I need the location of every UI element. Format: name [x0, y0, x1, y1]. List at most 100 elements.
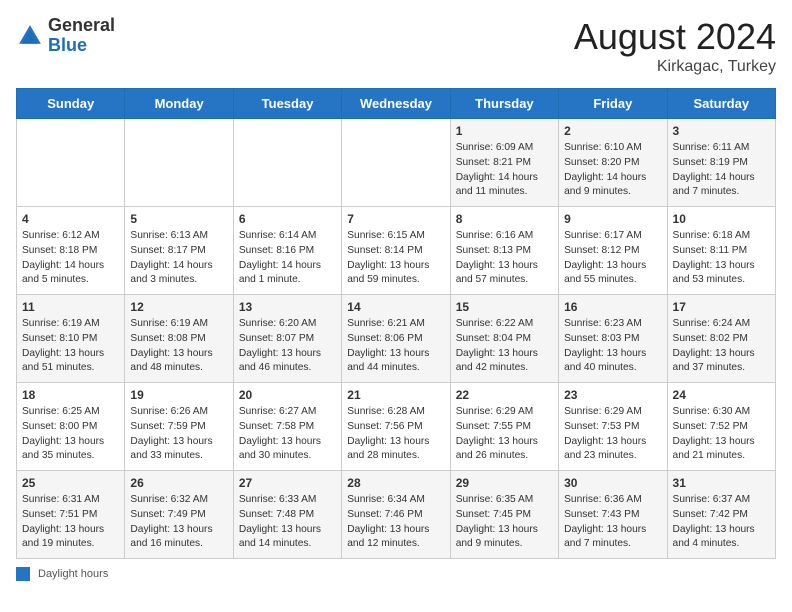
calendar-week-row: 18 Sunrise: 6:25 AM Sunset: 8:00 PM Dayli…	[17, 383, 776, 471]
page-header: General Blue August 2024 Kirkagac, Turke…	[16, 16, 776, 76]
calendar-cell: 6 Sunrise: 6:14 AM Sunset: 8:16 PM Daylig…	[233, 207, 341, 295]
calendar-cell: 9 Sunrise: 6:17 AM Sunset: 8:12 PM Daylig…	[559, 207, 667, 295]
calendar-cell: 8 Sunrise: 6:16 AM Sunset: 8:13 PM Daylig…	[450, 207, 558, 295]
cell-content: Sunrise: 6:37 AM Sunset: 7:42 PM Dayligh…	[673, 493, 770, 552]
day-number: 30	[564, 476, 661, 490]
month-year: August 2024	[574, 16, 776, 58]
cell-content: Sunrise: 6:13 AM Sunset: 8:17 PM Dayligh…	[130, 229, 227, 288]
cell-content: Sunrise: 6:23 AM Sunset: 8:03 PM Dayligh…	[564, 317, 661, 376]
day-header-thursday: Thursday	[450, 89, 558, 119]
day-number: 28	[347, 476, 444, 490]
calendar-cell: 21Sunrise: 6:28 AM Sunset: 7:56 PM Dayli…	[342, 383, 450, 471]
cell-content: Sunrise: 6:11 AM Sunset: 8:19 PM Dayligh…	[673, 141, 770, 200]
day-number: 25	[22, 476, 119, 490]
cell-content: Sunrise: 6:29 AM Sunset: 7:53 PM Dayligh…	[564, 405, 661, 464]
legend-color-box	[16, 567, 30, 581]
cell-content: Sunrise: 6:10 AM Sunset: 8:20 PM Dayligh…	[564, 141, 661, 200]
calendar-cell: 17 Sunrise: 6:24 AM Sunset: 8:02 PM Dayli…	[667, 295, 775, 383]
cell-content: Sunrise: 6:24 AM Sunset: 8:02 PM Dayligh…	[673, 317, 770, 376]
day-header-sunday: Sunday	[17, 89, 125, 119]
title-block: August 2024 Kirkagac, Turkey	[574, 16, 776, 76]
day-number: 18	[22, 388, 119, 402]
cell-content: Sunrise: 6:18 AM Sunset: 8:11 PM Dayligh…	[673, 229, 770, 288]
day-number: 26	[130, 476, 227, 490]
calendar-cell: 5 Sunrise: 6:13 AM Sunset: 8:17 PM Daylig…	[125, 207, 233, 295]
legend: Daylight hours	[16, 567, 776, 581]
cell-content: Sunrise: 6:22 AM Sunset: 8:04 PM Dayligh…	[456, 317, 553, 376]
day-number: 7	[347, 212, 444, 226]
day-number: 17	[673, 300, 770, 314]
day-number: 3	[673, 124, 770, 138]
cell-content: Sunrise: 6:25 AM Sunset: 8:00 PM Dayligh…	[22, 405, 119, 464]
calendar-cell: 23 Sunrise: 6:29 AM Sunset: 7:53 PM Dayli…	[559, 383, 667, 471]
cell-content: Sunrise: 6:32 AM Sunset: 7:49 PM Dayligh…	[130, 493, 227, 552]
calendar-cell: 29Sunrise: 6:35 AM Sunset: 7:45 PM Dayli…	[450, 471, 558, 559]
calendar-cell: 1Sunrise: 6:09 AM Sunset: 8:21 PM Daylig…	[450, 119, 558, 207]
day-number: 12	[130, 300, 227, 314]
calendar-cell: 16Sunrise: 6:23 AM Sunset: 8:03 PM Dayli…	[559, 295, 667, 383]
cell-content: Sunrise: 6:12 AM Sunset: 8:18 PM Dayligh…	[22, 229, 119, 288]
calendar-week-row: 4 Sunrise: 6:12 AM Sunset: 8:18 PM Daylig…	[17, 207, 776, 295]
day-header-friday: Friday	[559, 89, 667, 119]
calendar-cell: 30 Sunrise: 6:36 AM Sunset: 7:43 PM Dayli…	[559, 471, 667, 559]
calendar-cell	[342, 119, 450, 207]
cell-content: Sunrise: 6:19 AM Sunset: 8:08 PM Dayligh…	[130, 317, 227, 376]
day-number: 23	[564, 388, 661, 402]
day-number: 19	[130, 388, 227, 402]
calendar-cell: 3 Sunrise: 6:11 AM Sunset: 8:19 PM Daylig…	[667, 119, 775, 207]
day-number: 22	[456, 388, 553, 402]
logo-icon	[16, 22, 44, 50]
calendar-cell: 27Sunrise: 6:33 AM Sunset: 7:48 PM Dayli…	[233, 471, 341, 559]
cell-content: Sunrise: 6:14 AM Sunset: 8:16 PM Dayligh…	[239, 229, 336, 288]
logo-text: General Blue	[48, 16, 115, 56]
cell-content: Sunrise: 6:20 AM Sunset: 8:07 PM Dayligh…	[239, 317, 336, 376]
calendar-cell	[233, 119, 341, 207]
day-number: 11	[22, 300, 119, 314]
cell-content: Sunrise: 6:27 AM Sunset: 7:58 PM Dayligh…	[239, 405, 336, 464]
calendar-cell: 26 Sunrise: 6:32 AM Sunset: 7:49 PM Dayli…	[125, 471, 233, 559]
cell-content: Sunrise: 6:09 AM Sunset: 8:21 PM Dayligh…	[456, 141, 553, 200]
cell-content: Sunrise: 6:36 AM Sunset: 7:43 PM Dayligh…	[564, 493, 661, 552]
calendar-table: SundayMondayTuesdayWednesdayThursdayFrid…	[16, 88, 776, 559]
day-number: 21	[347, 388, 444, 402]
calendar-cell: 18 Sunrise: 6:25 AM Sunset: 8:00 PM Dayli…	[17, 383, 125, 471]
calendar-cell: 4 Sunrise: 6:12 AM Sunset: 8:18 PM Daylig…	[17, 207, 125, 295]
calendar-cell: 15 Sunrise: 6:22 AM Sunset: 8:04 PM Dayli…	[450, 295, 558, 383]
cell-content: Sunrise: 6:29 AM Sunset: 7:55 PM Dayligh…	[456, 405, 553, 464]
day-number: 5	[130, 212, 227, 226]
calendar-cell: 2 Sunrise: 6:10 AM Sunset: 8:20 PM Daylig…	[559, 119, 667, 207]
calendar-cell: 28 Sunrise: 6:34 AM Sunset: 7:46 PM Dayli…	[342, 471, 450, 559]
cell-content: Sunrise: 6:34 AM Sunset: 7:46 PM Dayligh…	[347, 493, 444, 552]
cell-content: Sunrise: 6:30 AM Sunset: 7:52 PM Dayligh…	[673, 405, 770, 464]
day-number: 10	[673, 212, 770, 226]
calendar-cell: 31Sunrise: 6:37 AM Sunset: 7:42 PM Dayli…	[667, 471, 775, 559]
day-number: 24	[673, 388, 770, 402]
day-number: 6	[239, 212, 336, 226]
calendar-cell: 24 Sunrise: 6:30 AM Sunset: 7:52 PM Dayli…	[667, 383, 775, 471]
calendar-cell: 12 Sunrise: 6:19 AM Sunset: 8:08 PM Dayli…	[125, 295, 233, 383]
day-number: 9	[564, 212, 661, 226]
calendar-week-row: 11Sunrise: 6:19 AM Sunset: 8:10 PM Dayli…	[17, 295, 776, 383]
day-number: 27	[239, 476, 336, 490]
calendar-cell: 20 Sunrise: 6:27 AM Sunset: 7:58 PM Dayli…	[233, 383, 341, 471]
cell-content: Sunrise: 6:31 AM Sunset: 7:51 PM Dayligh…	[22, 493, 119, 552]
day-number: 20	[239, 388, 336, 402]
day-header-monday: Monday	[125, 89, 233, 119]
calendar-week-row: 25 Sunrise: 6:31 AM Sunset: 7:51 PM Dayli…	[17, 471, 776, 559]
day-header-wednesday: Wednesday	[342, 89, 450, 119]
calendar-week-row: 1Sunrise: 6:09 AM Sunset: 8:21 PM Daylig…	[17, 119, 776, 207]
cell-content: Sunrise: 6:16 AM Sunset: 8:13 PM Dayligh…	[456, 229, 553, 288]
day-number: 4	[22, 212, 119, 226]
day-number: 8	[456, 212, 553, 226]
day-header-tuesday: Tuesday	[233, 89, 341, 119]
calendar-cell	[125, 119, 233, 207]
calendar-cell: 14Sunrise: 6:21 AM Sunset: 8:06 PM Dayli…	[342, 295, 450, 383]
cell-content: Sunrise: 6:15 AM Sunset: 8:14 PM Dayligh…	[347, 229, 444, 288]
day-number: 14	[347, 300, 444, 314]
calendar-cell: 10 Sunrise: 6:18 AM Sunset: 8:11 PM Dayli…	[667, 207, 775, 295]
cell-content: Sunrise: 6:17 AM Sunset: 8:12 PM Dayligh…	[564, 229, 661, 288]
day-number: 2	[564, 124, 661, 138]
day-number: 15	[456, 300, 553, 314]
day-number: 29	[456, 476, 553, 490]
cell-content: Sunrise: 6:26 AM Sunset: 7:59 PM Dayligh…	[130, 405, 227, 464]
